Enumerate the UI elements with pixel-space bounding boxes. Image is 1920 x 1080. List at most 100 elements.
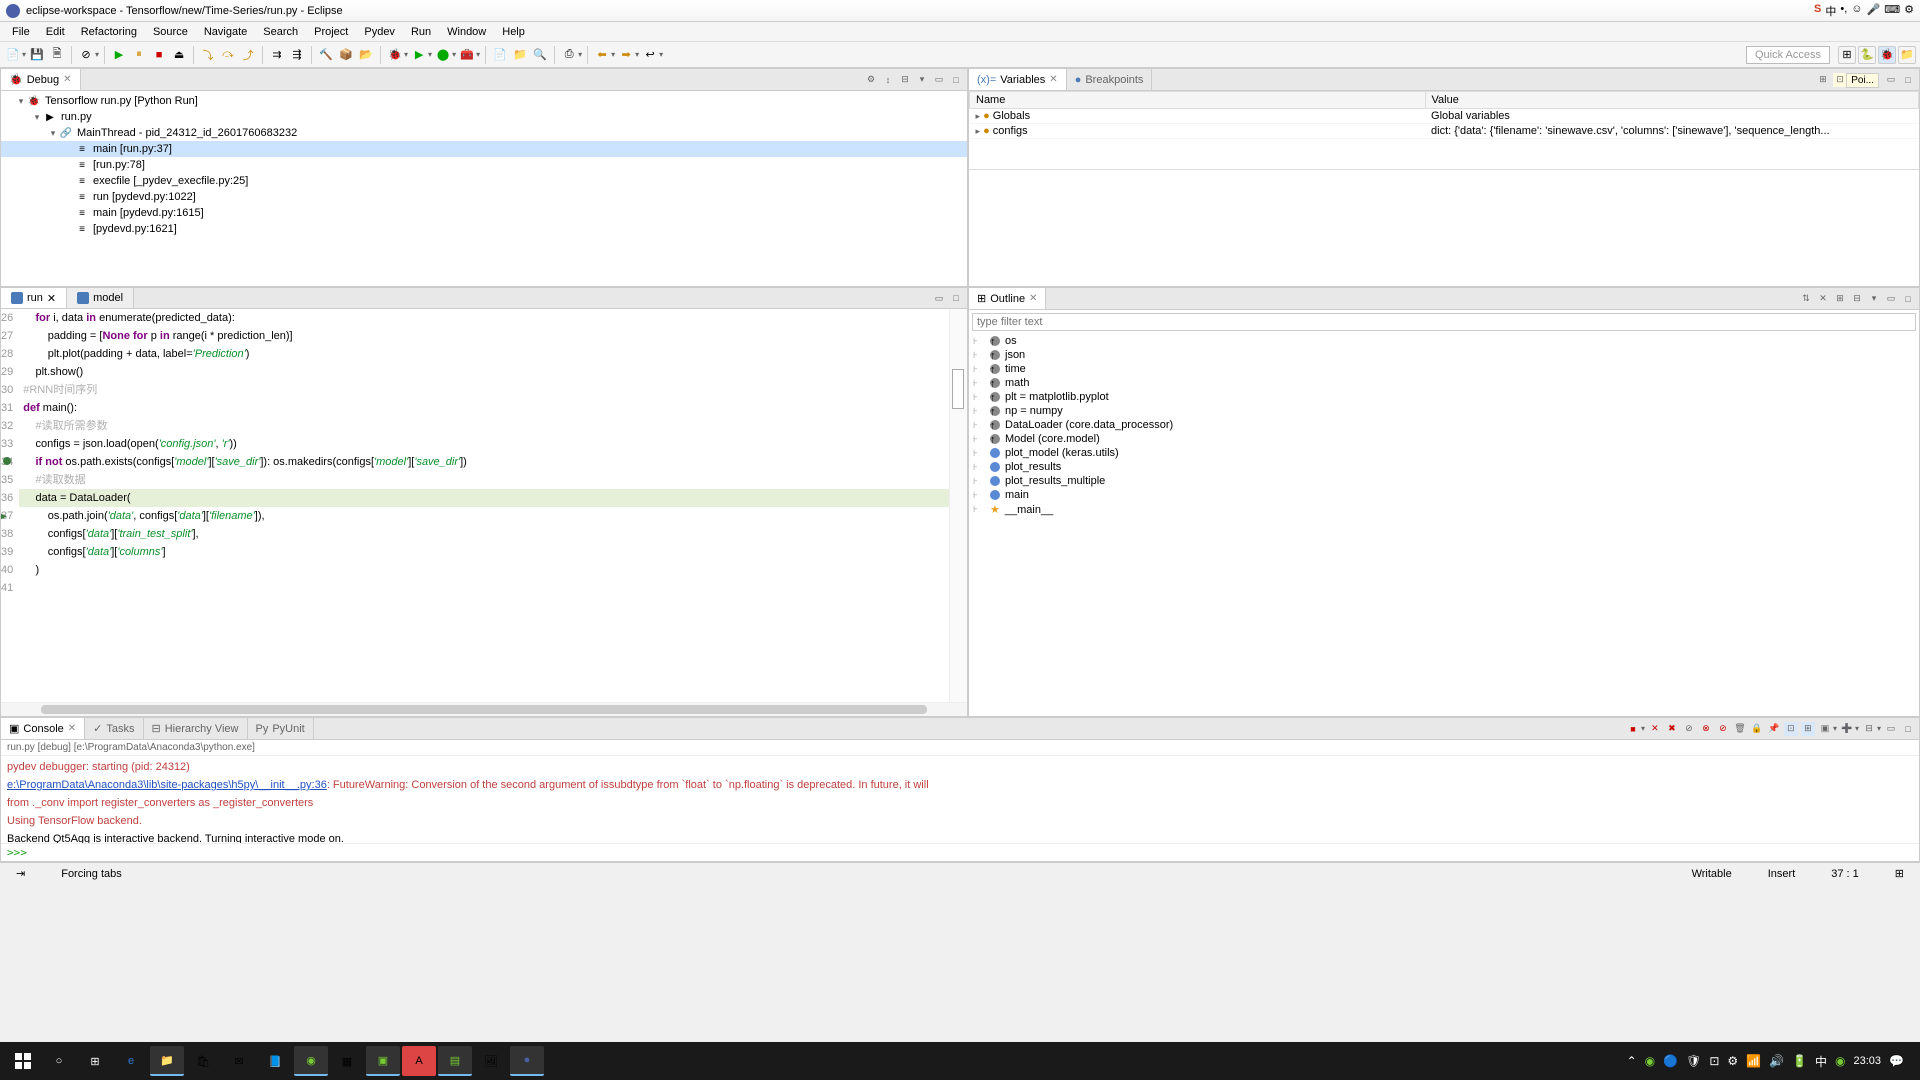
tb-btn-3[interactable]: 🔨 (317, 46, 335, 64)
tb-btn-5[interactable]: 📂 (357, 46, 375, 64)
app-button-1[interactable]: 📘 (258, 1046, 292, 1076)
dbg-tb-2[interactable]: ↕ (881, 73, 895, 87)
con-terminate-button[interactable]: ■ (1626, 722, 1640, 736)
debug-frame[interactable]: ≡run [pydevd.py:1022] (1, 189, 967, 205)
back-button[interactable]: ⬅ (593, 46, 611, 64)
app-button-6[interactable]: ▤ (438, 1046, 472, 1076)
system-tray[interactable]: ⌃ ◉ 🔵 🛡 ⊡ ⚙ 📶 🔊 🔋 中 ◉ 23:03 💬 (1627, 1053, 1914, 1070)
coverage-button[interactable]: ⬤ (434, 46, 452, 64)
start-button-win[interactable] (6, 1046, 40, 1076)
breakpoints-tab[interactable]: ● Breakpoints (1067, 69, 1153, 90)
tray-icon-1[interactable]: ◉ (1645, 1054, 1655, 1068)
col-name[interactable]: Name (970, 92, 1426, 109)
tb-btn-2[interactable]: ⇶ (288, 46, 306, 64)
pyunit-tab[interactable]: PyPyUnit (248, 718, 314, 739)
photos-button[interactable]: 🖼 (474, 1046, 508, 1076)
debug-frame[interactable]: ▾▶run.py (1, 109, 967, 125)
face-icon[interactable]: ☺ (1851, 3, 1862, 19)
outline-item[interactable]: ⊦↑os (969, 334, 1919, 348)
menu-file[interactable]: File (4, 24, 38, 40)
debug-frame[interactable]: ≡ [run.py:78] (1, 157, 967, 173)
outline-filter-input[interactable] (972, 313, 1916, 331)
debug-frame[interactable]: ≡main [run.py:37] (1, 141, 967, 157)
maximize-icon[interactable]: □ (1901, 722, 1915, 736)
con-scroll-lock-button[interactable]: 🔒 (1750, 722, 1764, 736)
ol-tb-4[interactable]: ⊟ (1850, 292, 1864, 306)
close-icon[interactable]: ✕ (1029, 293, 1037, 304)
console-output[interactable]: pydev debugger: starting (pid: 24312)e:\… (1, 756, 1919, 843)
close-icon[interactable]: ✕ (1049, 74, 1057, 85)
outline-item[interactable]: ⊦★__main__ (969, 502, 1919, 517)
debug-launch-button[interactable]: 🐞 (386, 46, 404, 64)
tb-btn-6[interactable]: 📄 (491, 46, 509, 64)
con-remove-all-button[interactable]: ✖ (1665, 722, 1679, 736)
debug-frame[interactable]: ≡execfile [_pydev_execfile.py:25] (1, 173, 967, 189)
variables-tab[interactable]: (x)= Variables ✕ (969, 69, 1067, 90)
con-clear-button[interactable]: 🗑 (1733, 722, 1747, 736)
con-tb-4[interactable]: ⊘ (1682, 722, 1696, 736)
minimize-icon[interactable]: ▭ (1884, 292, 1898, 306)
editor-tab-model[interactable]: model (67, 288, 134, 308)
pydev-perspective-button[interactable]: 🐍 (1858, 46, 1876, 64)
console-prompt[interactable]: >>> (1, 843, 1919, 861)
outline-tree[interactable]: ⊦↑os⊦↑json⊦↑time⊦↑math⊦↑plt = matplotlib… (969, 334, 1919, 716)
forward-button[interactable]: ➡ (617, 46, 635, 64)
tasks-tab[interactable]: ✓Tasks (85, 718, 143, 739)
variable-detail-pane[interactable] (969, 169, 1919, 229)
outline-item[interactable]: ⊦plot_model (keras.utils) (969, 446, 1919, 460)
mic-icon[interactable]: 🎤 (1867, 3, 1881, 19)
app-button-3[interactable]: ▦ (330, 1046, 364, 1076)
gear-icon[interactable]: ⚙ (1904, 3, 1914, 19)
status-icon[interactable]: ⊞ (1887, 867, 1912, 880)
maximize-icon[interactable]: □ (1901, 73, 1915, 87)
tray-icon-5[interactable]: ⚙ (1727, 1054, 1738, 1068)
tray-icon-3[interactable]: 🛡 (1686, 1054, 1701, 1068)
editor-gutter[interactable]: 26272829303132333435363738394041 (1, 309, 19, 702)
hierarchy-tab[interactable]: ⊟Hierarchy View (144, 718, 248, 739)
variable-row[interactable]: ▸ ● GlobalsGlobal variables (970, 109, 1919, 124)
con-tb-5[interactable]: ⊗ (1699, 722, 1713, 736)
ol-tb-3[interactable]: ⊞ (1833, 292, 1847, 306)
app-button-4[interactable]: ▣ (366, 1046, 400, 1076)
ol-tb-2[interactable]: ✕ (1816, 292, 1830, 306)
app-button-2[interactable]: ◉ (294, 1046, 328, 1076)
punct-icon[interactable]: •, (1840, 3, 1847, 19)
tray-clock[interactable]: 23:03 (1854, 1055, 1882, 1067)
tray-ime-icon[interactable]: 中 (1815, 1053, 1827, 1070)
close-icon[interactable]: ✕ (63, 74, 71, 85)
step-return-button[interactable]: ⤴ (239, 46, 257, 64)
menu-search[interactable]: Search (255, 24, 306, 40)
outline-item[interactable]: ⊦↑Model (core.model) (969, 432, 1919, 446)
tray-icon-6[interactable]: ◉ (1835, 1054, 1845, 1068)
terminate-button[interactable]: ■ (150, 46, 168, 64)
overview-ruler[interactable] (949, 309, 967, 702)
menu-navigate[interactable]: Navigate (196, 24, 255, 40)
resume-button[interactable]: ▶ (110, 46, 128, 64)
con-display-button[interactable]: ▣ (1818, 722, 1832, 736)
outline-tab[interactable]: ⊞ Outline ✕ (969, 288, 1046, 309)
maximize-icon[interactable]: □ (949, 291, 963, 305)
tb-btn-1[interactable]: ⇉ (268, 46, 286, 64)
save-button[interactable]: 💾 (28, 46, 46, 64)
eclipse-taskbar-button[interactable]: ● (510, 1046, 544, 1076)
tray-battery-icon[interactable]: 🔋 (1792, 1054, 1807, 1068)
debug-frame[interactable]: ▾🔗MainThread - pid_24312_id_260176068323… (1, 125, 967, 141)
tray-network-icon[interactable]: 📶 (1746, 1054, 1761, 1068)
editor-tab-run[interactable]: run✕ (1, 288, 67, 308)
outline-item[interactable]: ⊦main (969, 488, 1919, 502)
resource-perspective-button[interactable]: 📁 (1898, 46, 1916, 64)
outline-item[interactable]: ⊦↑time (969, 362, 1919, 376)
horizontal-scrollbar[interactable] (1, 702, 967, 716)
outline-item[interactable]: ⊦↑math (969, 376, 1919, 390)
menu-project[interactable]: Project (306, 24, 356, 40)
store-button[interactable]: 🛍 (186, 1046, 220, 1076)
app-button-5[interactable]: A (402, 1046, 436, 1076)
code-editor[interactable]: for i, data in enumerate(predicted_data)… (19, 309, 949, 702)
variable-row[interactable]: ▸ ● configsdict: {'data': {'filename': '… (970, 124, 1919, 139)
var-tb-2[interactable]: ⊡ (1833, 73, 1847, 87)
quick-access-field[interactable]: Quick Access (1746, 46, 1830, 64)
view-menu-icon[interactable]: ▾ (1867, 292, 1881, 306)
col-value[interactable]: Value (1425, 92, 1918, 109)
menu-run[interactable]: Run (403, 24, 439, 40)
tray-icon-4[interactable]: ⊡ (1709, 1054, 1719, 1068)
